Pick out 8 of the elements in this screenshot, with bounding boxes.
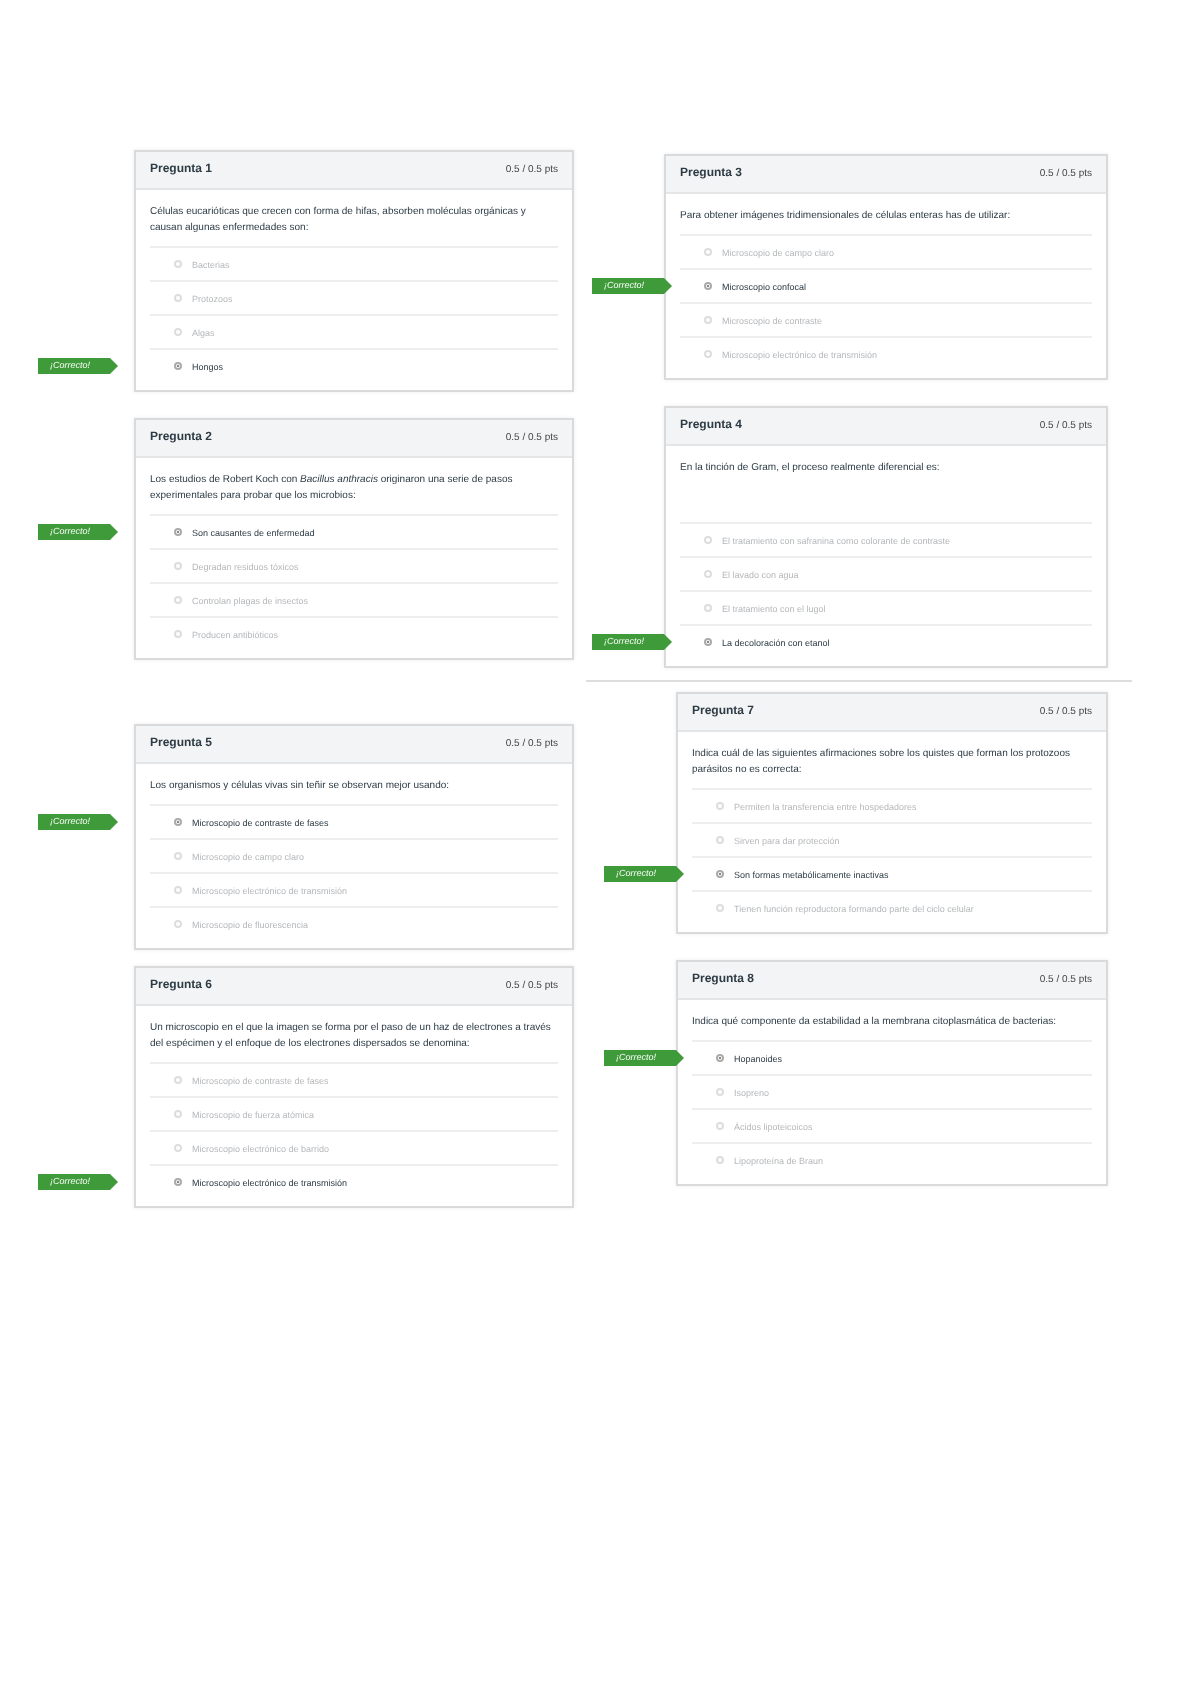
radio-button[interactable] [174, 1178, 182, 1186]
radio-button[interactable] [704, 638, 712, 646]
radio-button[interactable] [716, 870, 724, 878]
radio-button[interactable] [704, 282, 712, 290]
radio-button[interactable] [716, 1054, 724, 1062]
radio-button[interactable] [174, 528, 182, 536]
radio-button[interactable] [174, 362, 182, 370]
radio-button[interactable] [174, 818, 182, 826]
